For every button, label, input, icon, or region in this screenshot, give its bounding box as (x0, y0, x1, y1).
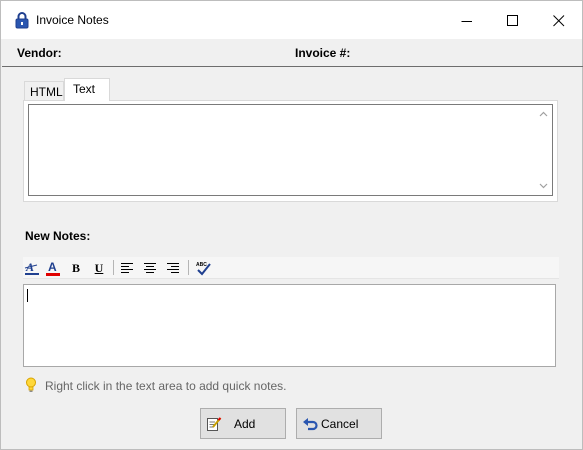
minimize-icon (461, 21, 472, 22)
new-notes-editor[interactable] (23, 284, 556, 367)
vertical-scrollbar[interactable] (535, 105, 552, 195)
minimize-button[interactable] (444, 1, 490, 39)
window-title: Invoice Notes (36, 13, 109, 27)
existing-notes-textarea[interactable] (28, 104, 553, 196)
maximize-icon (507, 15, 518, 26)
cancel-button[interactable]: Cancel (296, 408, 382, 439)
spell-check-icon[interactable]: ABC (194, 259, 212, 277)
svg-text:ABC: ABC (196, 262, 207, 268)
quick-notes-hint: Right click in the text area to add quic… (45, 379, 287, 393)
invoice-number-label: Invoice #: (295, 46, 351, 60)
header-divider (2, 66, 583, 67)
add-note-icon (206, 416, 222, 432)
scroll-up-icon[interactable] (539, 110, 548, 119)
formatting-toolbar: A A B U ABC (23, 257, 559, 279)
align-center-icon[interactable] (141, 259, 159, 277)
new-notes-label: New Notes: (25, 229, 91, 243)
invoice-notes-window: Invoice Notes Vendor: Invoice #: HTML Te… (0, 0, 583, 450)
tab-html[interactable]: HTML (24, 81, 64, 101)
vendor-label: Vendor: (17, 46, 62, 60)
add-button[interactable]: Add (200, 408, 286, 439)
bold-button[interactable]: B (67, 259, 85, 277)
highlight-color-icon[interactable]: A (23, 259, 41, 277)
font-color-icon[interactable]: A (44, 259, 62, 277)
scroll-down-icon[interactable] (539, 181, 548, 190)
close-icon (553, 15, 565, 27)
toolbar-separator (188, 260, 189, 275)
undo-icon (302, 416, 318, 432)
lock-icon (15, 11, 29, 29)
align-right-icon[interactable] (164, 259, 182, 277)
align-left-icon[interactable] (118, 259, 136, 277)
underline-button[interactable]: U (90, 259, 108, 277)
toolbar-separator (113, 260, 114, 275)
lightbulb-icon (25, 377, 37, 393)
tab-text[interactable]: Text (64, 78, 110, 101)
close-button[interactable] (536, 1, 582, 39)
add-button-label: Add (234, 417, 256, 431)
title-bar: Invoice Notes (1, 1, 582, 39)
cancel-button-label: Cancel (321, 417, 359, 431)
svg-text:A: A (48, 260, 57, 274)
maximize-button[interactable] (490, 1, 536, 39)
text-caret (27, 289, 28, 302)
